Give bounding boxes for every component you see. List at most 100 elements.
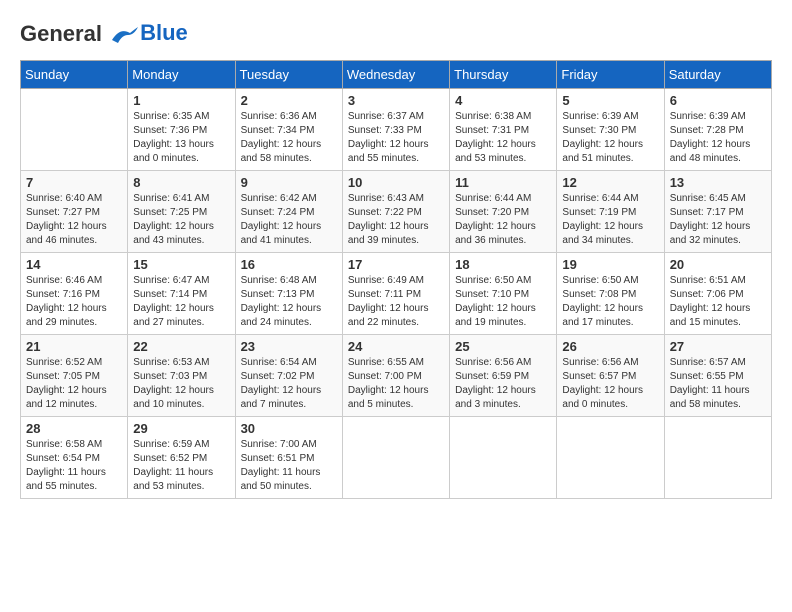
- day-number: 27: [670, 339, 766, 354]
- day-number: 13: [670, 175, 766, 190]
- day-number: 9: [241, 175, 337, 190]
- day-info: Sunrise: 6:48 AMSunset: 7:13 PMDaylight:…: [241, 274, 337, 330]
- day-number: 14: [26, 257, 122, 272]
- day-info: Sunrise: 6:58 AMSunset: 6:54 PMDaylight:…: [26, 438, 122, 494]
- day-info: Sunrise: 6:35 AMSunset: 7:36 PMDaylight:…: [133, 110, 229, 166]
- logo-text-general: General: [20, 21, 102, 46]
- day-cell: 14 Sunrise: 6:46 AMSunset: 7:16 PMDayligh…: [21, 253, 128, 335]
- day-cell: 6 Sunrise: 6:39 AMSunset: 7:28 PMDaylight…: [664, 89, 771, 171]
- day-cell: 25 Sunrise: 6:56 AMSunset: 6:59 PMDayligh…: [450, 335, 557, 417]
- week-row-5: 28 Sunrise: 6:58 AMSunset: 6:54 PMDayligh…: [21, 417, 772, 499]
- week-row-1: 1 Sunrise: 6:35 AMSunset: 7:36 PMDaylight…: [21, 89, 772, 171]
- day-number: 1: [133, 93, 229, 108]
- day-number: 19: [562, 257, 658, 272]
- day-cell: 20 Sunrise: 6:51 AMSunset: 7:06 PMDayligh…: [664, 253, 771, 335]
- day-info: Sunrise: 6:39 AMSunset: 7:28 PMDaylight:…: [670, 110, 766, 166]
- day-info: Sunrise: 6:43 AMSunset: 7:22 PMDaylight:…: [348, 192, 444, 248]
- day-number: 12: [562, 175, 658, 190]
- day-cell: 8 Sunrise: 6:41 AMSunset: 7:25 PMDaylight…: [128, 171, 235, 253]
- day-number: 16: [241, 257, 337, 272]
- page-header: General Blue: [20, 20, 772, 50]
- day-number: 7: [26, 175, 122, 190]
- day-info: Sunrise: 6:45 AMSunset: 7:17 PMDaylight:…: [670, 192, 766, 248]
- day-cell: 9 Sunrise: 6:42 AMSunset: 7:24 PMDaylight…: [235, 171, 342, 253]
- day-number: 3: [348, 93, 444, 108]
- logo: General Blue: [20, 20, 188, 50]
- day-number: 8: [133, 175, 229, 190]
- day-info: Sunrise: 6:41 AMSunset: 7:25 PMDaylight:…: [133, 192, 229, 248]
- day-info: Sunrise: 6:56 AMSunset: 6:57 PMDaylight:…: [562, 356, 658, 412]
- day-info: Sunrise: 6:49 AMSunset: 7:11 PMDaylight:…: [348, 274, 444, 330]
- day-number: 29: [133, 421, 229, 436]
- day-cell: 12 Sunrise: 6:44 AMSunset: 7:19 PMDayligh…: [557, 171, 664, 253]
- header-cell-thursday: Thursday: [450, 61, 557, 89]
- day-info: Sunrise: 6:39 AMSunset: 7:30 PMDaylight:…: [562, 110, 658, 166]
- day-cell: [21, 89, 128, 171]
- day-cell: 18 Sunrise: 6:50 AMSunset: 7:10 PMDayligh…: [450, 253, 557, 335]
- day-cell: 29 Sunrise: 6:59 AMSunset: 6:52 PMDayligh…: [128, 417, 235, 499]
- week-row-4: 21 Sunrise: 6:52 AMSunset: 7:05 PMDayligh…: [21, 335, 772, 417]
- day-cell: [342, 417, 449, 499]
- day-info: Sunrise: 6:50 AMSunset: 7:10 PMDaylight:…: [455, 274, 551, 330]
- day-info: Sunrise: 6:57 AMSunset: 6:55 PMDaylight:…: [670, 356, 766, 412]
- day-cell: 21 Sunrise: 6:52 AMSunset: 7:05 PMDayligh…: [21, 335, 128, 417]
- day-info: Sunrise: 6:50 AMSunset: 7:08 PMDaylight:…: [562, 274, 658, 330]
- day-info: Sunrise: 6:36 AMSunset: 7:34 PMDaylight:…: [241, 110, 337, 166]
- day-info: Sunrise: 6:40 AMSunset: 7:27 PMDaylight:…: [26, 192, 122, 248]
- week-row-3: 14 Sunrise: 6:46 AMSunset: 7:16 PMDayligh…: [21, 253, 772, 335]
- day-info: Sunrise: 6:44 AMSunset: 7:20 PMDaylight:…: [455, 192, 551, 248]
- day-info: Sunrise: 6:56 AMSunset: 6:59 PMDaylight:…: [455, 356, 551, 412]
- day-number: 28: [26, 421, 122, 436]
- day-number: 26: [562, 339, 658, 354]
- day-cell: 28 Sunrise: 6:58 AMSunset: 6:54 PMDayligh…: [21, 417, 128, 499]
- day-cell: 2 Sunrise: 6:36 AMSunset: 7:34 PMDaylight…: [235, 89, 342, 171]
- day-cell: 13 Sunrise: 6:45 AMSunset: 7:17 PMDayligh…: [664, 171, 771, 253]
- day-cell: 1 Sunrise: 6:35 AMSunset: 7:36 PMDaylight…: [128, 89, 235, 171]
- day-number: 22: [133, 339, 229, 354]
- header-cell-sunday: Sunday: [21, 61, 128, 89]
- header-cell-monday: Monday: [128, 61, 235, 89]
- day-cell: [450, 417, 557, 499]
- day-cell: 3 Sunrise: 6:37 AMSunset: 7:33 PMDaylight…: [342, 89, 449, 171]
- day-info: Sunrise: 6:38 AMSunset: 7:31 PMDaylight:…: [455, 110, 551, 166]
- day-number: 6: [670, 93, 766, 108]
- day-info: Sunrise: 6:37 AMSunset: 7:33 PMDaylight:…: [348, 110, 444, 166]
- day-number: 24: [348, 339, 444, 354]
- day-cell: 7 Sunrise: 6:40 AMSunset: 7:27 PMDaylight…: [21, 171, 128, 253]
- day-number: 15: [133, 257, 229, 272]
- day-number: 25: [455, 339, 551, 354]
- header-row: SundayMondayTuesdayWednesdayThursdayFrid…: [21, 61, 772, 89]
- day-info: Sunrise: 6:52 AMSunset: 7:05 PMDaylight:…: [26, 356, 122, 412]
- day-info: Sunrise: 6:44 AMSunset: 7:19 PMDaylight:…: [562, 192, 658, 248]
- day-number: 23: [241, 339, 337, 354]
- day-number: 18: [455, 257, 551, 272]
- header-cell-wednesday: Wednesday: [342, 61, 449, 89]
- day-number: 20: [670, 257, 766, 272]
- day-cell: 16 Sunrise: 6:48 AMSunset: 7:13 PMDayligh…: [235, 253, 342, 335]
- day-cell: 23Sunrise: 6:54 AMSunset: 7:02 PMDayligh…: [235, 335, 342, 417]
- day-number: 21: [26, 339, 122, 354]
- day-cell: 17Sunrise: 6:49 AMSunset: 7:11 PMDayligh…: [342, 253, 449, 335]
- day-info: Sunrise: 6:59 AMSunset: 6:52 PMDaylight:…: [133, 438, 229, 494]
- day-cell: 10 Sunrise: 6:43 AMSunset: 7:22 PMDayligh…: [342, 171, 449, 253]
- day-info: Sunrise: 6:46 AMSunset: 7:16 PMDaylight:…: [26, 274, 122, 330]
- header-cell-friday: Friday: [557, 61, 664, 89]
- day-cell: 19 Sunrise: 6:50 AMSunset: 7:08 PMDayligh…: [557, 253, 664, 335]
- calendar-table: SundayMondayTuesdayWednesdayThursdayFrid…: [20, 60, 772, 499]
- logo-text-blue: Blue: [140, 21, 188, 45]
- week-row-2: 7 Sunrise: 6:40 AMSunset: 7:27 PMDaylight…: [21, 171, 772, 253]
- day-info: Sunrise: 6:42 AMSunset: 7:24 PMDaylight:…: [241, 192, 337, 248]
- day-cell: 11 Sunrise: 6:44 AMSunset: 7:20 PMDayligh…: [450, 171, 557, 253]
- day-cell: 26 Sunrise: 6:56 AMSunset: 6:57 PMDayligh…: [557, 335, 664, 417]
- day-cell: 27 Sunrise: 6:57 AMSunset: 6:55 PMDayligh…: [664, 335, 771, 417]
- day-number: 10: [348, 175, 444, 190]
- day-cell: 5 Sunrise: 6:39 AMSunset: 7:30 PMDaylight…: [557, 89, 664, 171]
- day-info: Sunrise: 6:51 AMSunset: 7:06 PMDaylight:…: [670, 274, 766, 330]
- day-number: 5: [562, 93, 658, 108]
- day-cell: 15Sunrise: 6:47 AMSunset: 7:14 PMDayligh…: [128, 253, 235, 335]
- day-number: 2: [241, 93, 337, 108]
- day-cell: 22Sunrise: 6:53 AMSunset: 7:03 PMDayligh…: [128, 335, 235, 417]
- day-number: 11: [455, 175, 551, 190]
- day-number: 30: [241, 421, 337, 436]
- day-cell: 4Sunrise: 6:38 AMSunset: 7:31 PMDaylight…: [450, 89, 557, 171]
